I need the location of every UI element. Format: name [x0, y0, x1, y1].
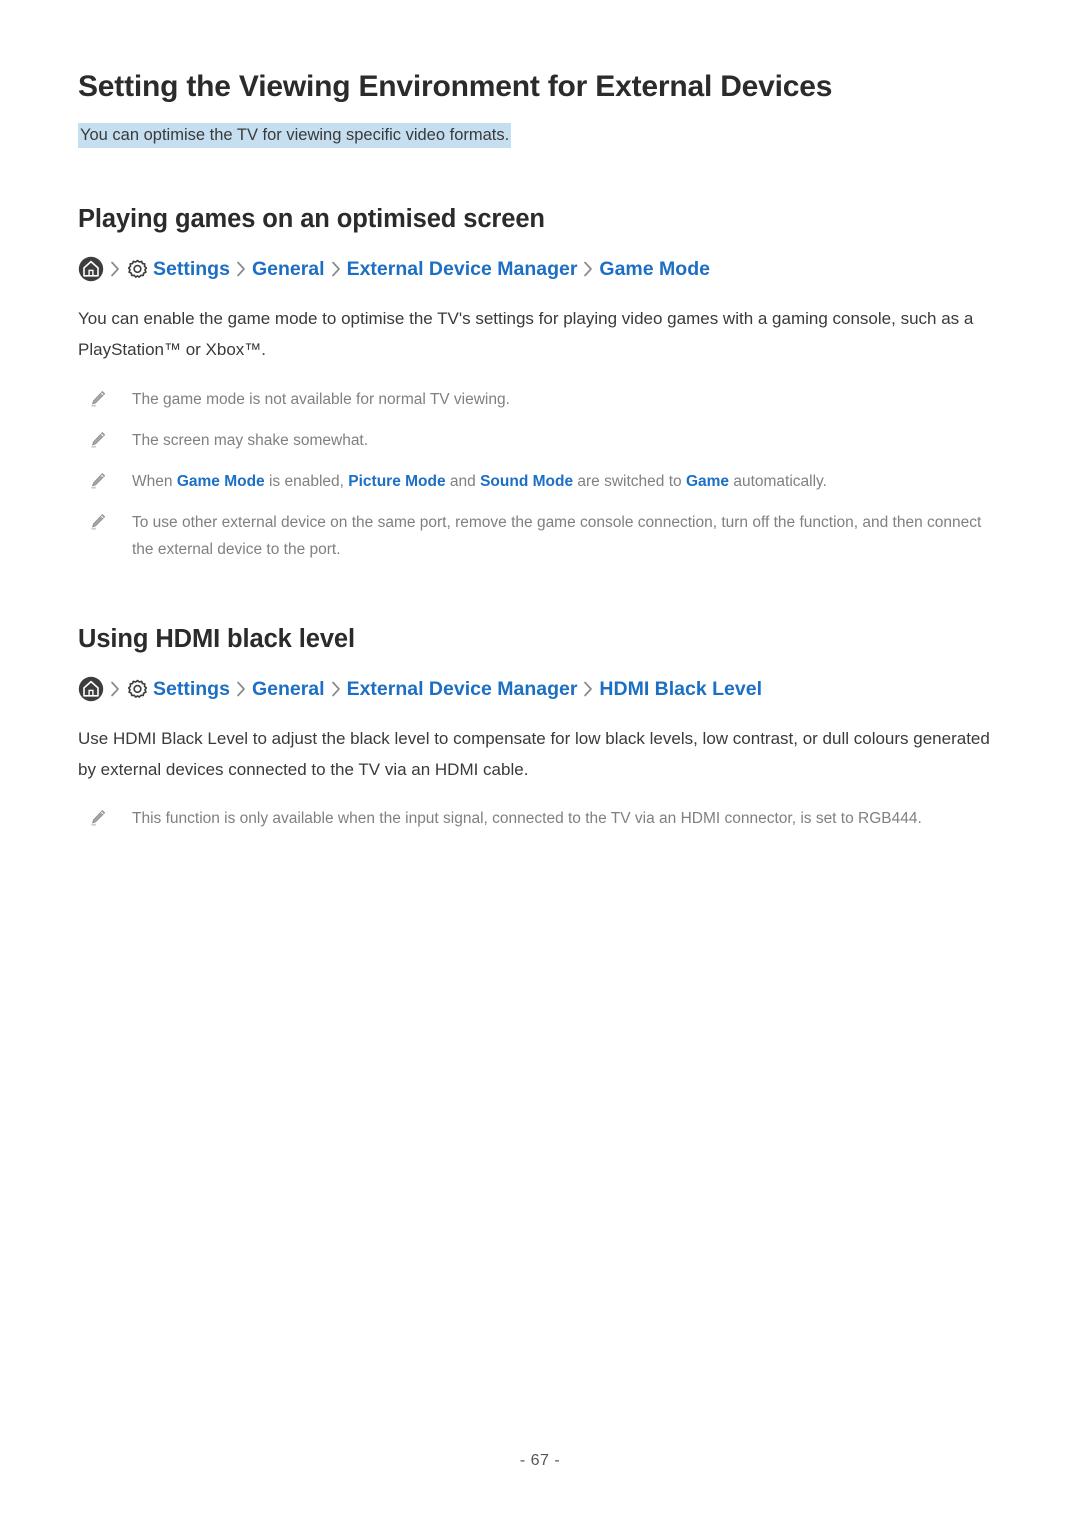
note-keyword-picture-mode: Picture Mode: [348, 473, 446, 490]
note-text: This function is only available when the…: [132, 809, 922, 827]
pencil-icon: [90, 513, 106, 531]
breadcrumb-item-general[interactable]: General: [252, 679, 325, 700]
page-title: Setting the Viewing Environment for Exte…: [78, 70, 833, 103]
chevron-right-icon: [104, 261, 126, 277]
pencil-icon: [90, 431, 106, 449]
document-page: Setting the Viewing Environment for Exte…: [0, 0, 1080, 1527]
notes-list-game-mode: The game mode is not available for norma…: [78, 365, 1002, 564]
breadcrumb-game-mode: Settings General External Device Manager…: [78, 256, 1002, 282]
section-body-hdmi-black-level: Use HDMI Black Level to adjust the black…: [78, 729, 990, 779]
breadcrumb-item-external-device-manager[interactable]: External Device Manager: [347, 679, 578, 700]
breadcrumb-item-hdmi-black-level[interactable]: HDMI Black Level: [599, 679, 762, 700]
note-keyword-game-mode: Game Mode: [176, 473, 265, 490]
chevron-right-icon: [104, 681, 126, 697]
notes-list-hdmi-black-level: This function is only available when the…: [78, 785, 1002, 832]
note-item: The game mode is not available for norma…: [78, 386, 1002, 413]
note-fragment: When: [132, 473, 177, 490]
gear-icon[interactable]: [126, 258, 149, 281]
home-icon[interactable]: [78, 256, 104, 282]
breadcrumb-item-general[interactable]: General: [252, 259, 325, 280]
section-heading-hdmi-black-level: Using HDMI black level: [78, 625, 355, 654]
chevron-right-icon: [577, 261, 599, 277]
section-heading-playing-games: Playing games on an optimised screen: [78, 205, 545, 234]
breadcrumb-item-settings[interactable]: Settings: [153, 679, 230, 700]
pencil-icon: [90, 390, 106, 408]
chevron-right-icon: [230, 681, 252, 697]
pencil-icon: [90, 472, 106, 490]
gear-icon[interactable]: [126, 678, 149, 701]
note-keyword-sound-mode: Sound Mode: [480, 473, 574, 490]
note-item: The screen may shake somewhat.: [78, 427, 1002, 454]
pencil-icon: [90, 809, 106, 827]
chevron-right-icon: [577, 681, 599, 697]
breadcrumb-item-settings[interactable]: Settings: [153, 259, 230, 280]
note-fragment: is enabled,: [264, 473, 349, 490]
note-keyword-game: Game: [685, 473, 730, 490]
note-text: The game mode is not available for norma…: [132, 390, 510, 408]
chevron-right-icon: [325, 261, 347, 277]
note-item: When Game Mode is enabled, Picture Mode …: [78, 468, 1002, 495]
breadcrumb-item-external-device-manager[interactable]: External Device Manager: [347, 259, 578, 280]
page-subtitle: You can optimise the TV for viewing spec…: [78, 122, 512, 148]
note-item: To use other external device on the same…: [78, 509, 1002, 563]
note-text: To use other external device on the same…: [132, 514, 982, 559]
chevron-right-icon: [325, 681, 347, 697]
page-subtitle-highlight: You can optimise the TV for viewing spec…: [78, 122, 1002, 148]
note-item: This function is only available when the…: [78, 805, 1002, 832]
note-text-rich: When Game Mode is enabled, Picture Mode …: [132, 468, 827, 495]
breadcrumb-item-game-mode[interactable]: Game Mode: [599, 259, 710, 280]
home-icon[interactable]: [78, 676, 104, 702]
page-number: - 67 -: [519, 1452, 561, 1469]
note-fragment: are switched to: [573, 473, 686, 490]
note-fragment: and: [445, 473, 481, 490]
chevron-right-icon: [230, 261, 252, 277]
section-body-game-mode: You can enable the game mode to optimise…: [78, 309, 974, 359]
breadcrumb-hdmi-black-level: Settings General External Device Manager…: [78, 676, 1002, 702]
note-text: The screen may shake somewhat.: [132, 431, 369, 449]
note-fragment: automatically.: [729, 473, 827, 490]
